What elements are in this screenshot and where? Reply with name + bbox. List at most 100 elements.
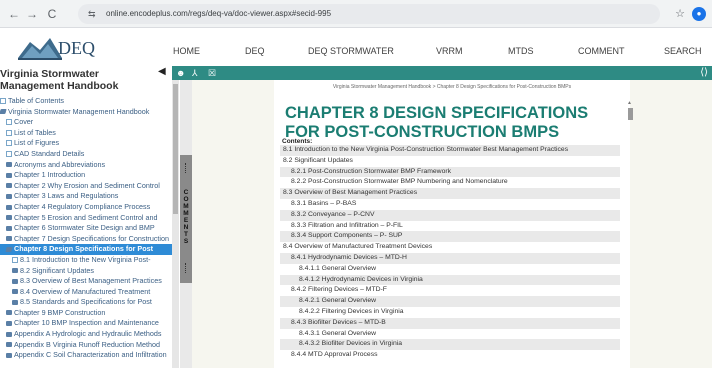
collapse-sidebar-icon[interactable]: ◀ bbox=[158, 66, 166, 78]
tree-item[interactable]: Appendix A Hydrologic and Hydraulic Meth… bbox=[0, 329, 172, 340]
contents-link[interactable]: 8.4.3.1 General Overview bbox=[280, 329, 620, 340]
tree-item[interactable]: Appendix B Virginia Runoff Reduction Met… bbox=[0, 340, 172, 351]
tree-item-label: Virginia Stormwater Management Handbook bbox=[8, 106, 150, 116]
tree-item[interactable]: Chapter 9 BMP Construction bbox=[0, 308, 172, 319]
sidebar-scroll-thumb[interactable] bbox=[173, 84, 178, 214]
nav-mtds[interactable]: MTDS bbox=[508, 45, 534, 57]
sidebar: Virginia Stormwater Management Handbook … bbox=[0, 66, 172, 368]
contents-link[interactable]: 8.4.1.1 General Overview bbox=[280, 264, 620, 275]
tree-item-label: Chapter 9 BMP Construction bbox=[14, 307, 106, 317]
share-icon[interactable]: ⅄ bbox=[192, 67, 198, 79]
contents-link[interactable]: 8.3.2 Conveyance – P-CNV bbox=[280, 209, 620, 221]
tree-item[interactable]: Acronyms and Abbreviations bbox=[0, 160, 172, 171]
sidebar-scrollbar[interactable] bbox=[172, 80, 179, 368]
document-scrollbar[interactable]: ▲ bbox=[627, 100, 634, 368]
tree-item[interactable]: List of Figures bbox=[0, 138, 172, 149]
scroll-up-icon[interactable]: ▲ bbox=[627, 100, 632, 106]
deq-logo[interactable]: DEQ bbox=[18, 32, 106, 62]
contents-link[interactable]: 8.2.1 Post-Construction Stormwater BMP F… bbox=[280, 166, 620, 178]
contents-link[interactable]: 8.4.3.2 Biofilter Devices in Virginia bbox=[280, 339, 620, 351]
folder-icon bbox=[6, 342, 12, 348]
contents-link[interactable]: 8.2 Significant Updates bbox=[280, 156, 620, 167]
tree-item[interactable]: Chapter 10 BMP Inspection and Maintenanc… bbox=[0, 318, 172, 329]
nav-home[interactable]: HOME bbox=[173, 45, 200, 57]
contents-link[interactable]: 8.3.3 Filtration and Infiltration – P-FI… bbox=[280, 221, 620, 232]
tree-item[interactable]: 8.1 Introduction to the New Virginia Pos… bbox=[0, 255, 172, 266]
tree-item-label: Chapter 5 Erosion and Sediment Control a… bbox=[14, 212, 158, 222]
tree-item[interactable]: Cover bbox=[0, 117, 172, 128]
nav-comment[interactable]: COMMENT bbox=[578, 45, 625, 57]
tree-item[interactable]: Appendix C Soil Characterization and Inf… bbox=[0, 350, 172, 361]
contents-link[interactable]: 8.3.1 Basins – P-BAS bbox=[280, 199, 620, 210]
address-bar[interactable]: ⇆ online.encodeplus.com/regs/deq-va/doc-… bbox=[78, 4, 660, 24]
nav-search[interactable]: SEARCH bbox=[664, 45, 702, 57]
folder-icon bbox=[6, 321, 12, 327]
nav-vrrm[interactable]: VRRM bbox=[436, 45, 463, 57]
tree-item[interactable]: List of Tables bbox=[0, 128, 172, 139]
folder-open-icon bbox=[0, 109, 7, 115]
bookmark-star-icon[interactable]: ☆ bbox=[672, 6, 688, 22]
tree-item-label: 8.2 Significant Updates bbox=[20, 265, 94, 275]
tree-item-label: 8.3 Overview of Best Management Practice… bbox=[20, 276, 162, 286]
tree-item-label: Appendix B Virginia Runoff Reduction Met… bbox=[14, 339, 160, 349]
tree-item[interactable]: Chapter 4 Regulatory Compliance Process bbox=[0, 202, 172, 213]
document-icon bbox=[0, 98, 6, 105]
contents-link[interactable]: 8.1 Introduction to the New Virginia Pos… bbox=[280, 145, 620, 156]
site-info-icon[interactable]: ⇆ bbox=[88, 7, 96, 21]
document-page: Virginia Stormwater Management Handbook … bbox=[274, 80, 630, 368]
forward-icon[interactable]: → bbox=[24, 6, 40, 22]
tree-item[interactable]: 8.4 Overview of Manufactured Treatment bbox=[0, 287, 172, 298]
contents-link[interactable]: 8.4.2.2 Filtering Devices in Virginia bbox=[280, 307, 620, 318]
expand-icon[interactable]: ⟨⟩ bbox=[700, 66, 708, 80]
tree-item-label: Acronyms and Abbreviations bbox=[14, 159, 106, 169]
tree-item-label: 8.5 Standards and Specifications for Pos… bbox=[20, 297, 152, 307]
tree-item[interactable]: Chapter 1 Introduction bbox=[0, 170, 172, 181]
tree-item[interactable]: 8.2 Significant Updates bbox=[0, 266, 172, 277]
tree-item[interactable]: Virginia Stormwater Management Handbook bbox=[0, 107, 172, 118]
document-scroll-thumb[interactable] bbox=[628, 108, 633, 120]
back-icon[interactable]: ← bbox=[6, 6, 22, 22]
folder-icon bbox=[6, 193, 12, 199]
contents-link[interactable]: 8.4 Overview of Manufactured Treatment D… bbox=[280, 242, 620, 253]
folder-icon bbox=[12, 299, 18, 305]
profile-avatar[interactable]: ● bbox=[692, 7, 706, 21]
toc-tree: Table of Contents Virginia Stormwater Man… bbox=[0, 96, 172, 361]
tree-item[interactable]: Chapter 8 Design Specifications for Post bbox=[0, 244, 172, 255]
tree-item[interactable]: CAD Standard Details bbox=[0, 149, 172, 160]
tree-item-label: Chapter 6 Stormwater Site Design and BMP bbox=[14, 223, 155, 233]
tree-item-label: Chapter 2 Why Erosion and Sediment Contr… bbox=[14, 180, 160, 190]
browser-toolbar: ← → C ⇆ online.encodeplus.com/regs/deq-v… bbox=[0, 0, 712, 28]
nav-deq-stormwater[interactable]: DEQ STORMWATER bbox=[308, 45, 394, 57]
folder-open-icon bbox=[5, 246, 13, 252]
tree-item-label: Appendix A Hydrologic and Hydraulic Meth… bbox=[14, 329, 162, 339]
reload-icon[interactable]: C bbox=[44, 6, 60, 22]
tree-item[interactable]: 8.3 Overview of Best Management Practice… bbox=[0, 276, 172, 287]
tree-item[interactable]: Chapter 2 Why Erosion and Sediment Contr… bbox=[0, 181, 172, 192]
contents-link[interactable]: 8.4.4 MTD Approval Process bbox=[280, 350, 620, 361]
tree-item[interactable]: Chapter 3 Laws and Regulations bbox=[0, 191, 172, 202]
contents-link[interactable]: 8.4.1.2 Hydrodynamic Devices in Virginia bbox=[280, 274, 620, 286]
contents-link[interactable]: 8.2.2 Post-Construction Stormwater BMP N… bbox=[280, 177, 620, 188]
tree-item[interactable]: Chapter 5 Erosion and Sediment Control a… bbox=[0, 213, 172, 224]
folder-icon bbox=[12, 289, 18, 295]
contents-link[interactable]: 8.4.3 Biofilter Devices – MTD-B bbox=[280, 317, 620, 329]
tree-item[interactable]: Chapter 7 Design Specifications for Cons… bbox=[0, 234, 172, 245]
tree-item[interactable]: 8.5 Standards and Specifications for Pos… bbox=[0, 297, 172, 308]
contents-link[interactable]: 8.3 Overview of Best Management Practice… bbox=[280, 188, 620, 199]
document-icon bbox=[12, 257, 18, 263]
tree-item[interactable]: Chapter 6 Stormwater Site Design and BMP bbox=[0, 223, 172, 234]
close-panel-icon[interactable]: ☒ bbox=[208, 67, 216, 79]
folder-icon bbox=[12, 278, 18, 284]
tree-item-label: Chapter 8 Design Specifications for Post bbox=[14, 244, 153, 254]
user-icon[interactable]: ☻ bbox=[176, 67, 185, 79]
contents-link[interactable]: 8.4.2 Filtering Devices – MTD-F bbox=[280, 285, 620, 296]
tree-item[interactable]: Table of Contents bbox=[0, 96, 172, 107]
contents-link[interactable]: 8.3.4 Support Components – P- SUP bbox=[280, 231, 620, 243]
nav-deq[interactable]: DEQ bbox=[245, 45, 265, 57]
doc-breadcrumb[interactable]: Virginia Stormwater Management Handbook … bbox=[274, 84, 630, 90]
url-text[interactable]: online.encodeplus.com/regs/deq-va/doc-vi… bbox=[106, 8, 331, 20]
comments-tab[interactable]: COMMENTS bbox=[180, 155, 192, 283]
contents-link[interactable]: 8.4.1 Hydrodynamic Devices – MTD-H bbox=[280, 252, 620, 264]
tree-item-label: Chapter 3 Laws and Regulations bbox=[14, 191, 119, 201]
contents-link[interactable]: 8.4.2.1 General Overview bbox=[280, 296, 620, 307]
